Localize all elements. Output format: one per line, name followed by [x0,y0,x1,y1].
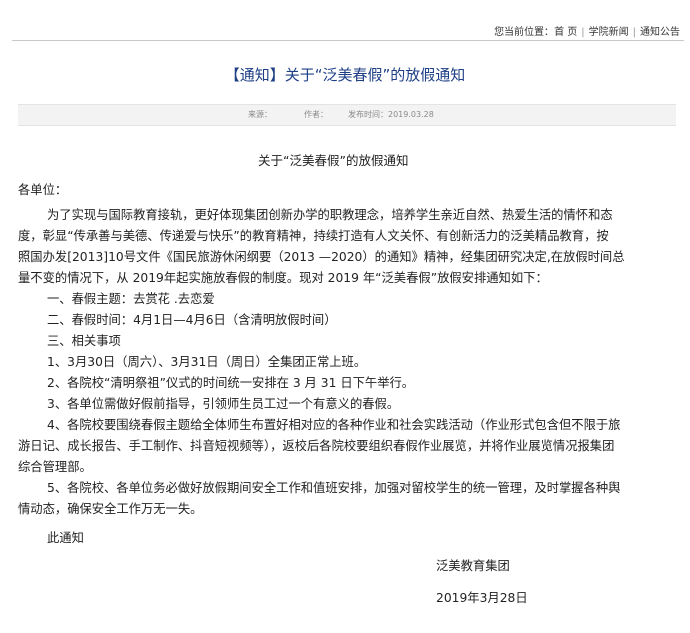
paragraph-line: 为了实现与国际教育接轨，更好体现集团创新办学的职教理念，培养学生亲近自然、热爱生… [47,208,613,222]
item-1: 1、3月30日（周六）、3月31日（周日）全集团正常上班。 [47,355,367,369]
article-meta-bar: 来源： 作者： 发布时间：2019.03.28 [18,104,676,126]
breadcrumb-prefix: 您当前位置： [494,27,555,38]
paragraph-line: 量不变的情况下，从 2019年起实施放春假的制度。现对 2019 年“泛美春假”… [18,271,548,285]
spring-break-theme: 一、春假主题：去赏花 .去恋爱 [47,292,215,306]
article-title: 【通知】关于“泛美春假”的放假通知 [224,66,466,84]
meta-author: 作者： [304,110,328,119]
closing: 此通知 [47,531,84,545]
item-2: 2、各院校“清明祭祖”仪式的时间统一安排在 3 月 31 日下午举行。 [47,376,415,390]
spring-break-dates: 二、春假时间：4月1日—4月6日（含清明放假时间） [47,313,337,327]
item-4: 4、各院校要围绕春假主题给全体师生布置好相对应的各种作业和社会实践活动（作业形式… [47,418,621,432]
header-divider [12,40,684,41]
breadcrumb-news-link[interactable]: 学院新闻 [589,27,629,38]
meta-date: 发布时间：2019.03.28 [348,110,434,119]
greeting: 各单位： [18,183,68,197]
breadcrumb: 您当前位置：首 页 | 学院新闻 | 通知公告 [494,23,680,38]
paragraph-line: 度，彰显“传承善与美德、传递爱与快乐”的教育精神，持续打造有人文关怀、有创新活力… [18,229,609,243]
item-5-cont: 情动态，确保安全工作万无一失。 [18,502,203,516]
paragraph-line: 照国办发[2013]10号文件《国民旅游休闲纲要（2013 —2020）的通知》… [18,250,625,264]
breadcrumb-home-link[interactable]: 首 页 [554,27,577,38]
notice-subtitle: 关于“泛美春假”的放假通知 [258,153,409,168]
item-3: 3、各单位需做好假前指导，引领师生员工过一个有意义的春假。 [47,397,400,411]
signature: 泛美教育集团 [436,559,510,573]
meta-source: 来源： [248,110,272,119]
issue-date: 2019年3月28日 [436,591,528,605]
breadcrumb-notice-link[interactable]: 通知公告 [640,27,680,38]
item-4-cont: 综合管理部。 [18,460,92,474]
item-4-cont: 游日记、成长报告、手工制作、抖音短视频等），返校后各院校要组织春假作业展览，并将… [18,439,615,453]
item-5: 5、各院校、各单位务必做好放假期间安全工作和值班安排，加强对留校学生的统一管理，… [47,481,621,495]
breadcrumb-separator: | [632,27,636,38]
breadcrumb-separator: | [581,27,585,38]
related-matters-heading: 三、相关事项 [47,334,121,348]
